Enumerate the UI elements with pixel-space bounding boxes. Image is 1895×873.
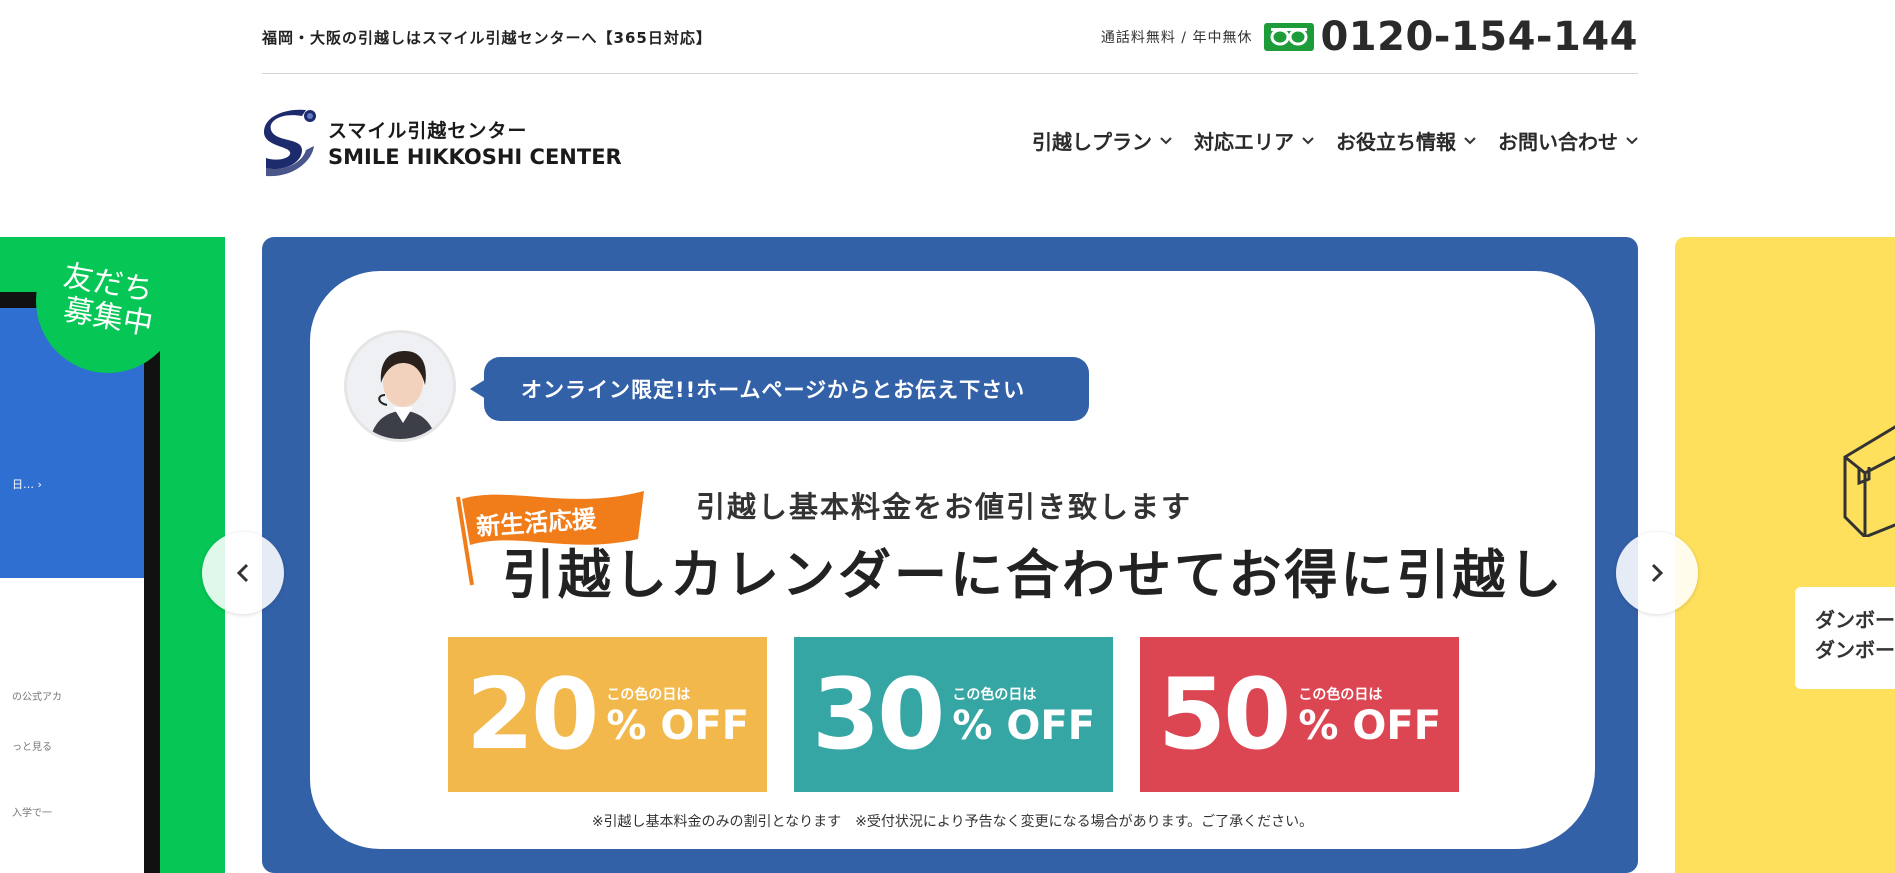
nav-item-plan[interactable]: 引越しプラン	[1032, 126, 1172, 155]
logo-name-en: SMILE HIKKOSHI CENTER	[328, 144, 622, 169]
phone-number-link[interactable]: 0120-154-144	[1320, 14, 1638, 60]
discount-off: % OFF	[952, 702, 1096, 749]
operator-avatar	[344, 330, 456, 442]
nav-item-area[interactable]: 対応エリア	[1194, 126, 1314, 155]
slide-current-campaign[interactable]: オンライン限定!!ホームページからとお伝え下さい 新生活応援 引越し基本料金をお…	[262, 237, 1638, 873]
nav-item-info[interactable]: お役立ち情報	[1336, 126, 1476, 155]
chevron-left-icon	[236, 563, 249, 583]
discount-note: ※引越し基本料金のみの割引となります ※受付状況により予告なく変更になる場合があ…	[591, 814, 1314, 830]
top-bar: 福岡・大阪の引越しはスマイル引越センターへ【365日対応】 通話料無料 / 年中…	[262, 0, 1638, 74]
online-bubble: オンライン限定!!ホームページからとお伝え下さい	[470, 357, 1089, 421]
slide-prev-text: の公式アカ	[12, 692, 62, 703]
main-nav: 引越しプラン 対応エリア お役立ち情報 お問い合わせ	[1032, 126, 1638, 155]
discount-label: この色の日は	[952, 686, 1037, 703]
logo-mark-icon	[264, 109, 316, 177]
discount-label: この色の日は	[606, 686, 691, 703]
site-header: スマイル引越センター SMILE HIKKOSHI CENTER 引越しプラン …	[262, 100, 1638, 186]
sub-headline: 引越し基本料金をお値引き致します	[696, 490, 1193, 524]
site-logo[interactable]: スマイル引越センター SMILE HIKKOSHI CENTER	[262, 106, 622, 178]
contact-area: 通話料無料 / 年中無休 0120-154-144	[1101, 14, 1638, 60]
freedial-icon	[1264, 23, 1315, 51]
slide-next-label: ダンボー ダンボー	[1795, 587, 1895, 689]
discount-label: この色の日は	[1298, 686, 1383, 703]
slide-next-text: ダンボー	[1815, 638, 1895, 662]
discount-boxes: 20 この色の日は % OFF 30 この色の日は % OFF 50 この色の日…	[448, 637, 1459, 792]
nav-item-label: お問い合わせ	[1498, 130, 1618, 154]
logo-name-jp: スマイル引越センター	[328, 119, 528, 142]
chevron-down-icon	[1160, 136, 1172, 144]
discount-off: % OFF	[606, 702, 750, 749]
campaign-card: オンライン限定!!ホームページからとお伝え下さい 新生活応援 引越し基本料金をお…	[310, 271, 1595, 849]
discount-off: % OFF	[1298, 702, 1442, 749]
discount-value: 20	[465, 657, 599, 772]
discount-box-20: 20 この色の日は % OFF	[448, 637, 767, 792]
nav-item-label: お役立ち情報	[1336, 130, 1456, 154]
slide-next-boxes[interactable]: ダンボー ダンボー	[1675, 237, 1895, 873]
cardboard-box-icon	[1843, 425, 1895, 537]
headline: 引越しカレンダーに合わせてお得に引越し	[502, 545, 1565, 606]
nav-item-label: 引越しプラン	[1032, 130, 1152, 154]
site-tagline: 福岡・大阪の引越しはスマイル引越センターへ【365日対応】	[262, 29, 712, 47]
discount-box-50: 50 この色の日は % OFF	[1140, 637, 1459, 792]
discount-value: 30	[811, 657, 945, 772]
slide-prev-text: っと見る	[12, 742, 52, 753]
chevron-down-icon	[1464, 136, 1476, 144]
chevron-right-icon	[1651, 563, 1664, 583]
nav-item-contact[interactable]: お問い合わせ	[1498, 126, 1638, 155]
contact-note: 通話料無料 / 年中無休	[1100, 30, 1253, 46]
slider-prev-button[interactable]	[202, 532, 284, 614]
nav-item-label: 対応エリア	[1194, 130, 1294, 154]
chevron-down-icon	[1302, 136, 1314, 144]
phone-mockup-image: 日… › の公式アカ っと見る 入学で一	[0, 292, 160, 873]
discount-box-30: 30 この色の日は % OFF	[794, 637, 1113, 792]
slide-next-text: ダンボー	[1815, 608, 1895, 632]
slider-next-button[interactable]	[1616, 532, 1698, 614]
discount-value: 50	[1157, 657, 1291, 772]
slide-prev-text: 入学で一	[12, 808, 52, 819]
chevron-down-icon	[1626, 136, 1638, 144]
slide-prev-link: 日… ›	[12, 478, 42, 491]
slide-prev-line[interactable]: 日… › の公式アカ っと見る 入学で一 友だち 募集中	[0, 237, 225, 873]
